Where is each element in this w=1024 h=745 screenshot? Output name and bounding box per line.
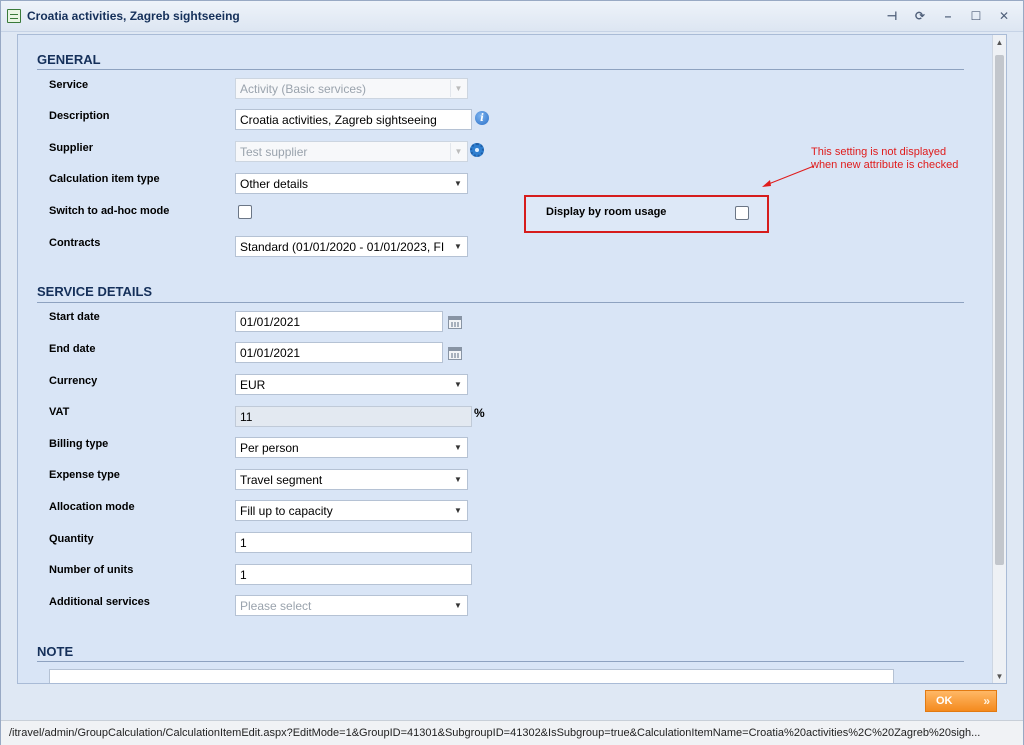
close-icon[interactable]: ✕	[993, 7, 1015, 25]
gear-icon[interactable]	[470, 143, 484, 157]
allocation-mode-select[interactable]: Fill up to capacity ▼	[235, 500, 468, 521]
adhoc-checkbox[interactable]	[238, 205, 252, 219]
description-value: Croatia activities, Zagreb sightseeing	[240, 113, 437, 127]
units-input[interactable]: 1	[235, 564, 472, 585]
section-service-details-title: SERVICE DETAILS	[37, 284, 153, 299]
supplier-select[interactable]: Test supplier ▼	[235, 141, 468, 162]
refresh-icon[interactable]: ⟳	[909, 7, 931, 25]
calc-item-type-label: Calculation item type	[49, 173, 160, 185]
calc-item-type-select[interactable]: Other details ▼	[235, 173, 468, 194]
annotation-line-2: when new attribute is checked	[811, 159, 959, 171]
additional-services-placeholder: Please select	[240, 599, 312, 613]
end-date-value: 01/01/2021	[240, 346, 301, 360]
allocation-mode-value: Fill up to capacity	[240, 504, 333, 518]
chevron-down-icon: ▼	[454, 506, 462, 515]
billing-type-value: Per person	[240, 441, 299, 455]
annotation-arrow-icon	[762, 165, 815, 187]
maximize-icon[interactable]: ☐	[965, 7, 987, 25]
vat-input[interactable]: 11	[235, 406, 472, 427]
status-bar: /itravel/admin/GroupCalculation/Calculat…	[1, 720, 1023, 745]
supplier-value: Test supplier	[240, 145, 308, 159]
description-label: Description	[49, 110, 110, 122]
form-icon	[7, 9, 21, 23]
section-divider	[37, 661, 964, 662]
allocation-mode-label: Allocation mode	[49, 501, 135, 513]
footer-bar: OK »	[1, 685, 1023, 719]
quantity-label: Quantity	[49, 533, 94, 545]
vat-value: 11	[240, 410, 253, 424]
section-divider	[37, 302, 964, 303]
units-label: Number of units	[49, 564, 134, 576]
ok-button[interactable]: OK »	[925, 690, 997, 712]
contracts-value: Standard (01/01/2020 - 01/01/2023, FI	[240, 240, 445, 254]
vat-label: VAT	[49, 406, 70, 418]
end-date-input[interactable]: 01/01/2021	[235, 342, 443, 363]
dialog-window: Croatia activities, Zagreb sightseeing ⊣…	[0, 0, 1024, 745]
currency-value: EUR	[240, 378, 266, 392]
display-room-label: Display by room usage	[546, 206, 667, 218]
contracts-select[interactable]: Standard (01/01/2020 - 01/01/2023, FI ▼	[235, 236, 468, 257]
service-value: Activity (Basic services)	[240, 82, 367, 96]
quantity-input[interactable]: 1	[235, 532, 472, 553]
currency-select[interactable]: EUR ▼	[235, 374, 468, 395]
double-chevron-icon: »	[983, 694, 990, 708]
additional-services-label: Additional services	[49, 596, 150, 608]
additional-services-select[interactable]: Please select ▼	[235, 595, 468, 616]
service-select[interactable]: Activity (Basic services) ▼	[235, 78, 468, 99]
chevron-down-icon: ▼	[454, 179, 462, 188]
section-divider	[37, 69, 964, 70]
window-title: Croatia activities, Zagreb sightseeing	[27, 9, 240, 23]
vertical-scrollbar[interactable]: ▲ ▼	[992, 35, 1006, 683]
highlight-box: Display by room usage	[524, 195, 769, 233]
scroll-thumb[interactable]	[995, 55, 1004, 565]
note-textarea[interactable]	[49, 669, 894, 683]
calc-item-type-value: Other details	[240, 177, 309, 191]
units-value: 1	[240, 568, 247, 582]
start-date-value: 01/01/2021	[240, 315, 301, 329]
chevron-down-icon: ▼	[450, 143, 466, 160]
description-input[interactable]: Croatia activities, Zagreb sightseeing	[235, 109, 472, 130]
billing-type-label: Billing type	[49, 438, 109, 450]
expense-type-select[interactable]: Travel segment ▼	[235, 469, 468, 490]
supplier-label: Supplier	[49, 142, 94, 154]
vat-unit: %	[474, 406, 485, 420]
contracts-label: Contracts	[49, 237, 101, 249]
chevron-down-icon: ▼	[454, 475, 462, 484]
billing-type-select[interactable]: Per person ▼	[235, 437, 468, 458]
display-room-checkbox[interactable]	[735, 206, 749, 220]
annotation-text: This setting is not displayed when new a…	[811, 146, 958, 172]
expense-type-value: Travel segment	[240, 473, 323, 487]
title-bar: Croatia activities, Zagreb sightseeing ⊣…	[1, 1, 1023, 32]
info-icon[interactable]: i	[475, 111, 489, 125]
window-controls: ⊣ ⟳ – ☐ ✕	[881, 7, 1015, 25]
service-label: Service	[49, 79, 89, 91]
section-general-title: GENERAL	[37, 52, 101, 67]
currency-label: Currency	[49, 375, 98, 387]
pin-icon[interactable]: ⊣	[881, 7, 903, 25]
form-content: GENERAL Service Activity (Basic services…	[17, 34, 1007, 684]
scroll-down-icon[interactable]: ▼	[993, 669, 1006, 683]
scroll-up-icon[interactable]: ▲	[993, 35, 1006, 49]
ok-label: OK	[936, 695, 953, 707]
chevron-down-icon: ▼	[454, 601, 462, 610]
status-url: /itravel/admin/GroupCalculation/Calculat…	[9, 727, 981, 739]
adhoc-label: Switch to ad-hoc mode	[49, 205, 170, 217]
chevron-down-icon: ▼	[450, 80, 466, 97]
annotation-line-1: This setting is not displayed	[811, 146, 947, 158]
end-date-label: End date	[49, 343, 96, 355]
chevron-down-icon: ▼	[454, 443, 462, 452]
chevron-down-icon: ▼	[454, 380, 462, 389]
expense-type-label: Expense type	[49, 469, 120, 481]
chevron-down-icon: ▼	[454, 242, 462, 251]
start-date-label: Start date	[49, 311, 100, 323]
calendar-icon[interactable]	[448, 347, 462, 360]
minimize-icon[interactable]: –	[937, 7, 959, 25]
start-date-input[interactable]: 01/01/2021	[235, 311, 443, 332]
calendar-icon[interactable]	[448, 316, 462, 329]
section-note-title: NOTE	[37, 644, 74, 659]
quantity-value: 1	[240, 536, 247, 550]
